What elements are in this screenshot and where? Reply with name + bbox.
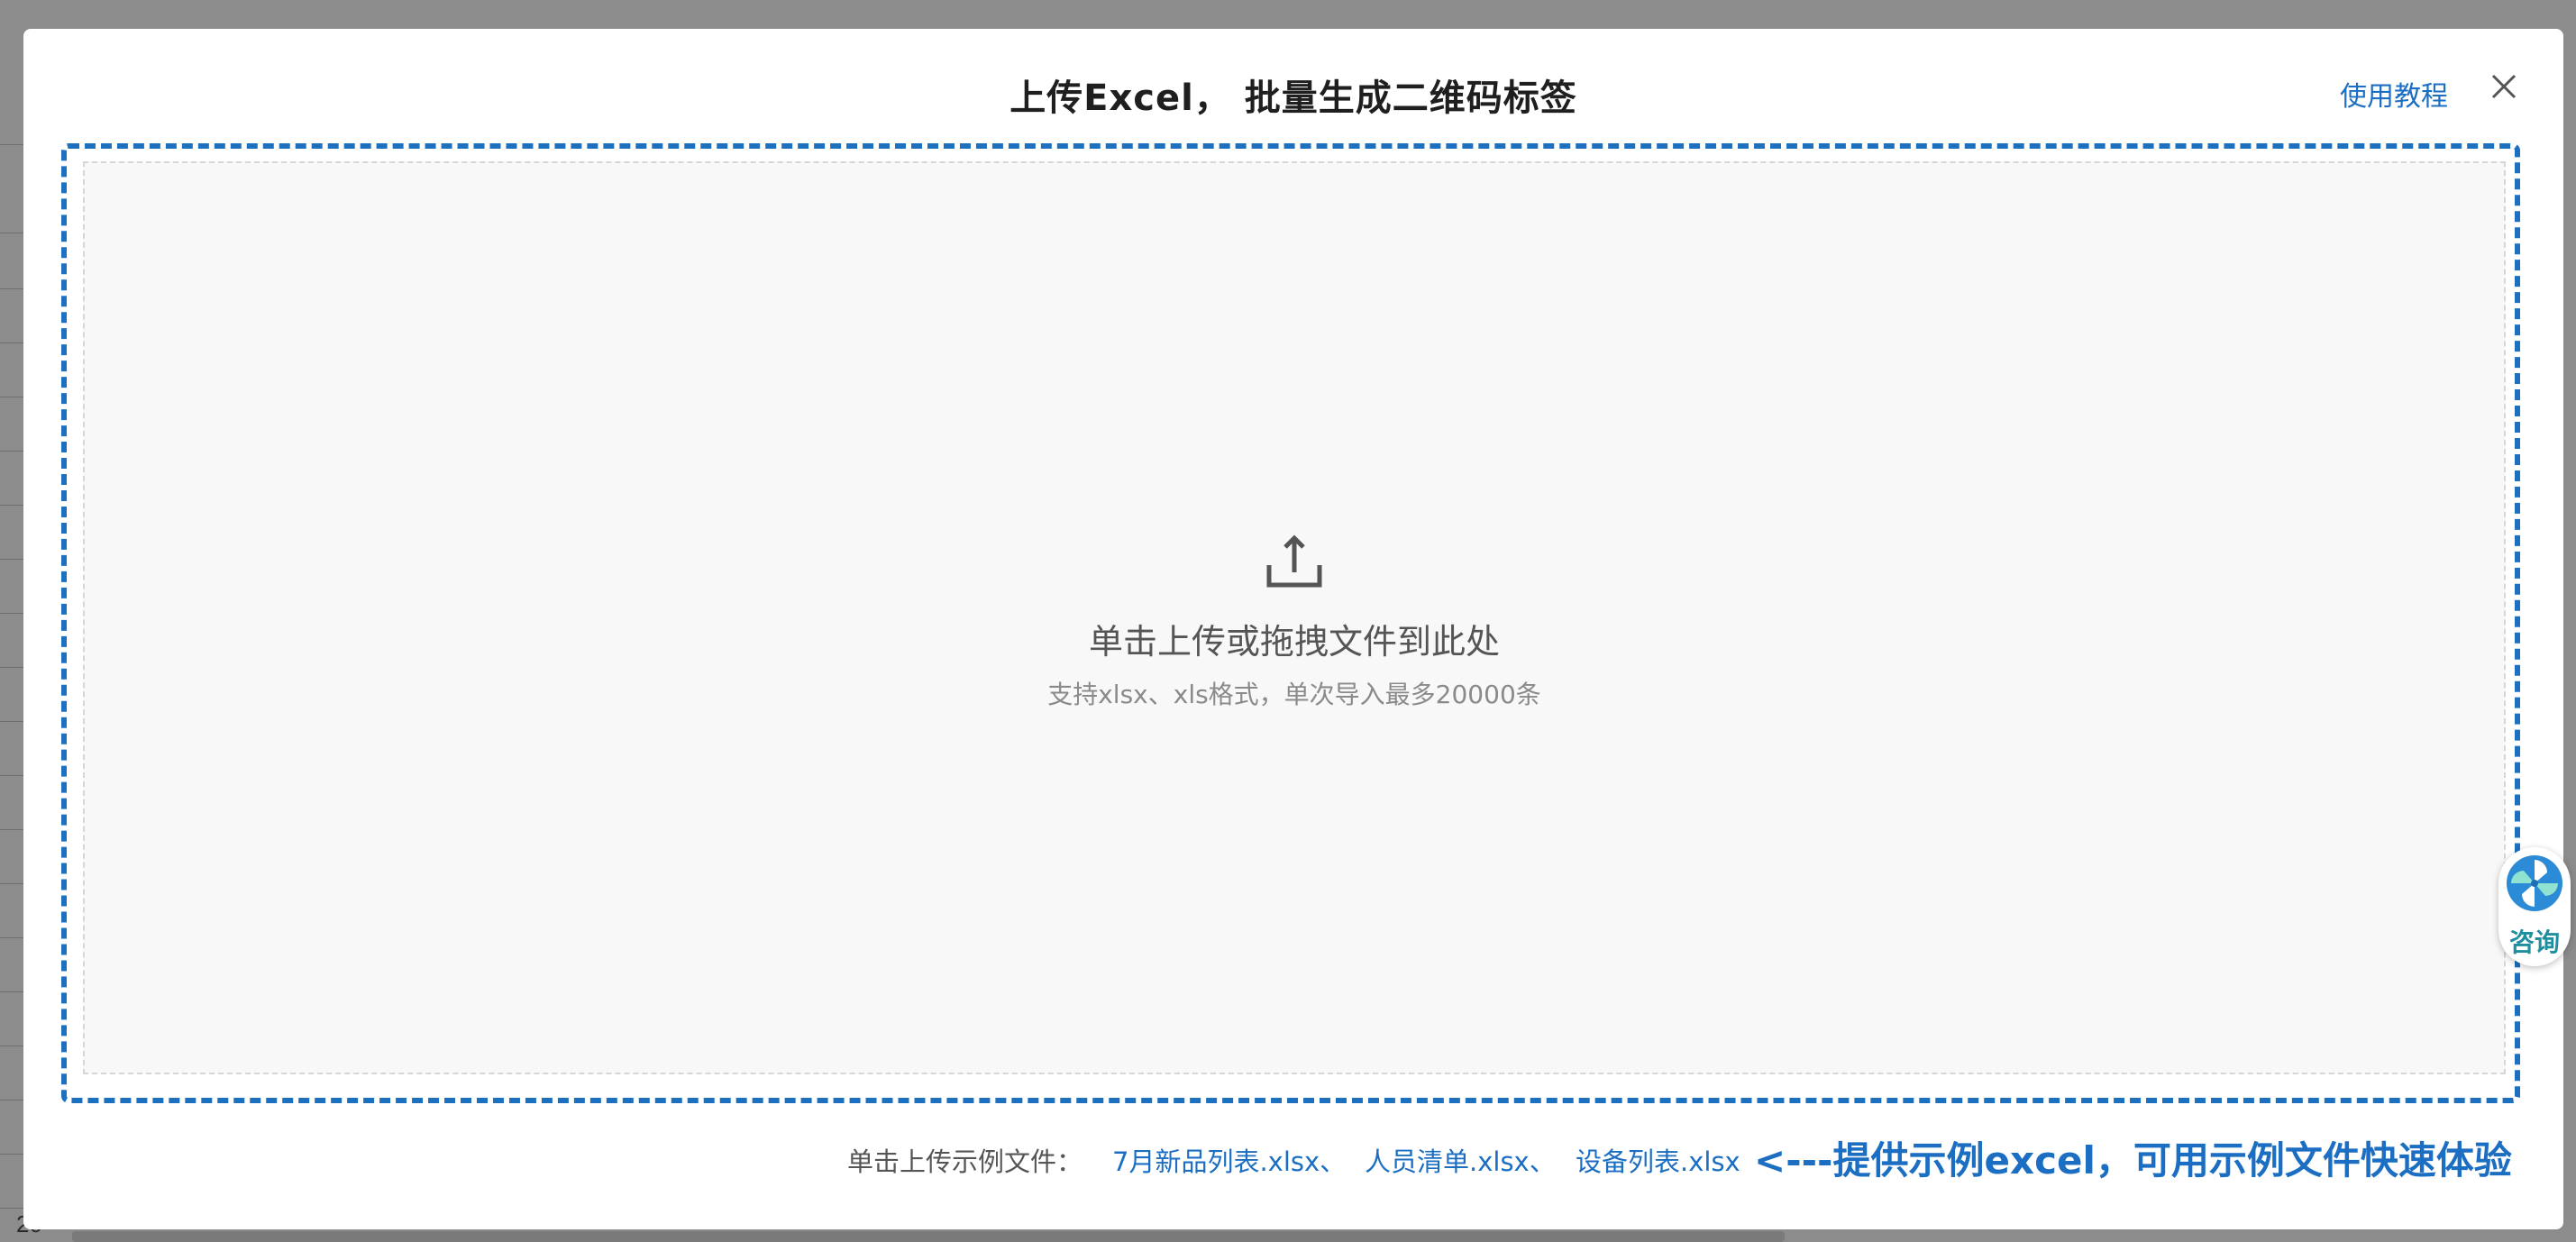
sample-file-link[interactable]: 7月新品列表.xlsx、 [1112, 1141, 1346, 1179]
upload-dropzone[interactable]: 单击上传或拖拽文件到此处 支持xlsx、xls格式，单次导入最多20000条 [83, 161, 2506, 1074]
background-row-line [0, 1208, 23, 1209]
background-row-line [0, 883, 23, 884]
dialog-title: 上传Excel， 批量生成二维码标签 [1009, 78, 1577, 119]
tutorial-link[interactable]: 使用教程 [2340, 74, 2448, 114]
background-row-line [0, 342, 23, 343]
background-row-line [0, 1154, 23, 1155]
background-row-line [0, 721, 23, 722]
background-row-line [0, 991, 23, 992]
upload-excel-dialog: 上传Excel， 批量生成二维码标签 使用教程 单击上传或拖拽文件到此处 支持x… [23, 29, 2563, 1229]
sample-file-link[interactable]: 设备列表.xlsx [1576, 1141, 1740, 1179]
background-row-line [0, 505, 23, 506]
upload-icon [1266, 534, 1322, 588]
sample-files-hint: <---提供示例excel，可用示例文件快速体验 [1754, 1138, 2512, 1183]
close-button[interactable] [2484, 67, 2524, 106]
background-row-line [0, 288, 23, 289]
background-scrollbar [72, 1231, 1785, 1242]
background-row-line [0, 775, 23, 776]
background-row-line [0, 559, 23, 560]
sample-files-row: 单击上传示例文件： 7月新品列表.xlsx、 人员清单.xlsx、 设备列表.x… [23, 1127, 2563, 1183]
background-row-line [0, 829, 23, 830]
sample-files-label: 单击上传示例文件： [847, 1146, 1083, 1177]
pinwheel-icon [2507, 855, 2562, 911]
background-row-line [0, 451, 23, 452]
consult-widget[interactable]: 咨询 [2498, 847, 2571, 966]
background-row-line [0, 667, 23, 668]
background-row-line [0, 937, 23, 938]
consult-label: 咨询 [2508, 927, 2560, 957]
close-icon [2491, 74, 2517, 99]
background-row-line [0, 144, 23, 145]
upload-format-hint: 支持xlsx、xls格式，单次导入最多20000条 [1047, 680, 1541, 709]
upload-instruction: 单击上传或拖拽文件到此处 [1088, 622, 1500, 662]
background-row-line [0, 613, 23, 614]
sample-file-link[interactable]: 人员清单.xlsx、 [1365, 1141, 1556, 1179]
upload-zone-highlight: 单击上传或拖拽文件到此处 支持xlsx、xls格式，单次导入最多20000条 [61, 143, 2520, 1103]
